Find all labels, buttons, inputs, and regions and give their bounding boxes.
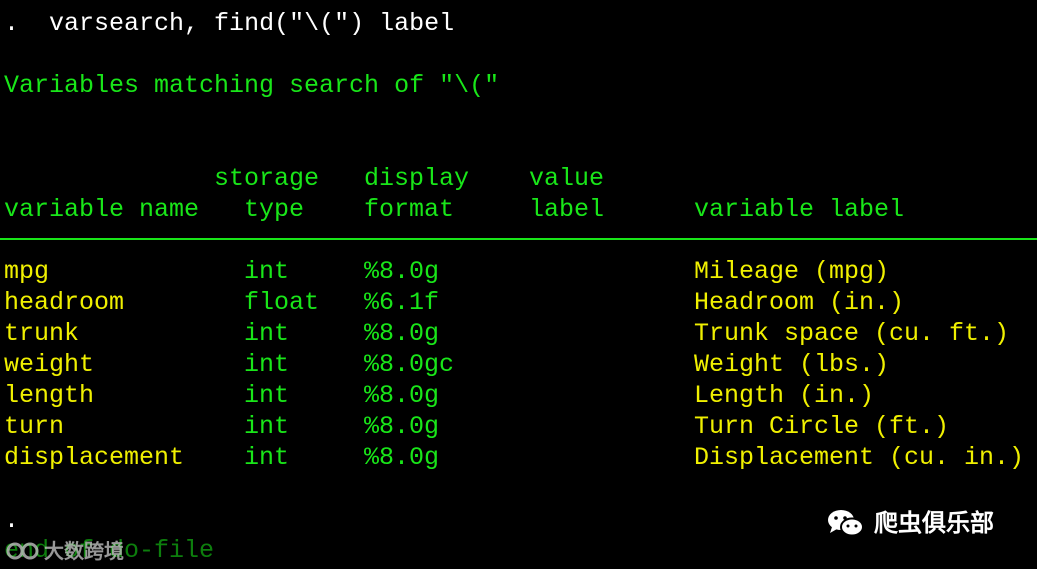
header-type: type: [244, 195, 305, 224]
row-format: %8.0gc: [364, 350, 455, 379]
row-format: %8.0g: [364, 257, 440, 286]
row-format: %8.0g: [364, 381, 440, 410]
row-type: int: [244, 443, 290, 472]
table-row: length int %8.0g Length (in.): [4, 380, 1034, 411]
header-format: format: [364, 195, 455, 224]
result-title: Variables matching search of "\(": [4, 71, 500, 100]
table-row: weight int %8.0gc Weight (lbs.): [4, 349, 1034, 380]
row-type: int: [244, 412, 290, 441]
row-type: int: [244, 381, 290, 410]
logo-icon: [6, 538, 40, 564]
row-type: int: [244, 350, 290, 379]
row-variable-name: mpg: [4, 257, 50, 286]
row-variable-label: Length (in.): [694, 381, 875, 410]
row-variable-label: Trunk space (cu. ft.): [694, 319, 1010, 348]
row-variable-name: length: [4, 381, 95, 410]
header-variable-name: variable name: [4, 195, 200, 224]
row-type: int: [244, 257, 290, 286]
row-variable-name: headroom: [4, 288, 125, 317]
row-variable-label: Turn Circle (ft.): [694, 412, 950, 441]
header-divider: [0, 238, 1037, 240]
end-prompt: .: [4, 506, 20, 535]
header-display: display: [364, 164, 470, 193]
watermark-left-text: 大数跨境: [44, 538, 124, 563]
row-format: %8.0g: [364, 319, 440, 348]
row-variable-name: trunk: [4, 319, 80, 348]
row-variable-label: Weight (lbs.): [694, 350, 890, 379]
table-row: mpg int %8.0g Mileage (mpg): [4, 256, 1034, 287]
table-row: trunk int %8.0g Trunk space (cu. ft.): [4, 318, 1034, 349]
command-prompt: .: [4, 9, 20, 38]
row-format: %8.0g: [364, 412, 440, 441]
row-variable-name: displacement: [4, 443, 185, 472]
command-line: . varsearch, find("\(") label: [4, 8, 454, 39]
row-variable-name: weight: [4, 350, 95, 379]
table-row: turn int %8.0g Turn Circle (ft.): [4, 411, 1034, 442]
row-format: %6.1f: [364, 288, 440, 317]
header-storage: storage: [214, 164, 320, 193]
stata-results-window: . varsearch, find("\(") label Variables …: [0, 0, 1037, 569]
header-value: value: [529, 164, 605, 193]
row-format: %8.0g: [364, 443, 440, 472]
header-row-2: variable name type format label variable…: [4, 194, 1034, 225]
row-variable-name: turn: [4, 412, 65, 441]
header-row-1: storage display value: [4, 163, 1034, 194]
command-text: varsearch, find("\(") label: [49, 9, 455, 38]
header-label: label: [529, 195, 605, 224]
row-type: float: [244, 288, 320, 317]
row-variable-label: Mileage (mpg): [694, 257, 890, 286]
wechat-icon: [826, 507, 866, 539]
row-variable-label: Displacement (cu. in.): [694, 443, 1025, 472]
watermark-right-text: 爬虫俱乐部: [874, 508, 994, 537]
watermark-left: 大数跨境: [6, 536, 124, 566]
row-variable-label: Headroom (in.): [694, 288, 905, 317]
header-variable-label: variable label: [694, 195, 905, 224]
watermark-right: 爬虫俱乐部: [826, 506, 994, 540]
table-row: headroom float %6.1f Headroom (in.): [4, 287, 1034, 318]
table-row: displacement int %8.0g Displacement (cu.…: [4, 442, 1034, 473]
row-type: int: [244, 319, 290, 348]
